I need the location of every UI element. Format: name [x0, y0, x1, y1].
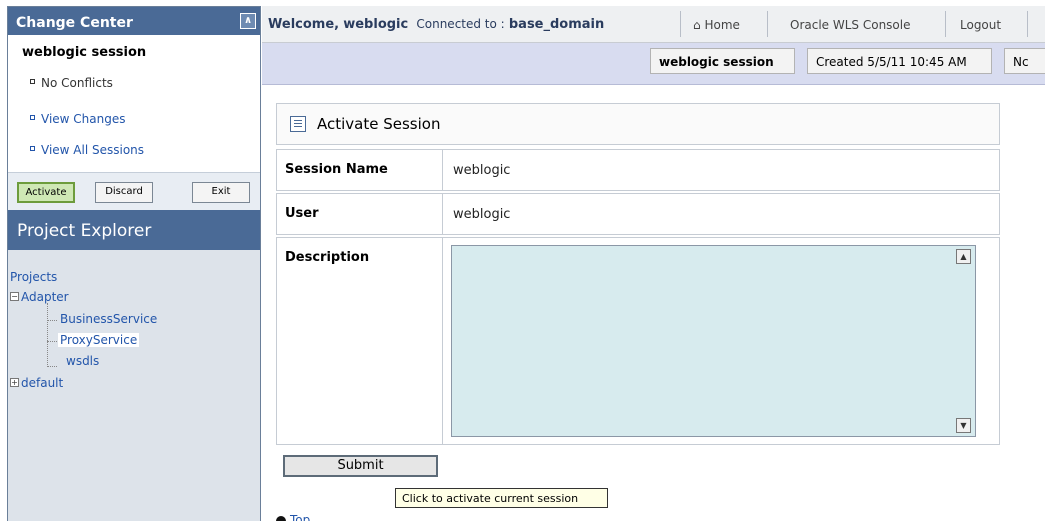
expand-tree-icon[interactable]: +: [10, 378, 19, 387]
form-icon: [290, 116, 306, 132]
collapse-tree-icon[interactable]: −: [10, 292, 19, 301]
session-name-label: Session Name: [277, 150, 443, 190]
tree-item-businessservice[interactable]: BusinessService: [60, 312, 157, 326]
activate-session-panel-title: Activate Session: [276, 103, 1000, 145]
session-name-value: weblogic: [453, 163, 511, 178]
view-changes-link[interactable]: View Changes: [30, 112, 126, 126]
bullet-icon: [30, 115, 35, 120]
user-value: weblogic: [453, 207, 511, 222]
top-link[interactable]: Top: [276, 513, 310, 521]
change-center-header: Change Center ∧: [8, 7, 260, 35]
change-center-session-name: weblogic session: [22, 45, 147, 60]
change-center-panel: weblogic session No Conflicts View Chang…: [8, 35, 260, 210]
session-name-row: Session Name weblogic: [276, 149, 1000, 191]
home-icon: ⌂: [693, 18, 701, 32]
separator: [1027, 11, 1028, 37]
home-link[interactable]: ⌂ Home: [693, 18, 740, 32]
activate-button[interactable]: Activate: [17, 182, 75, 203]
exit-button[interactable]: Exit: [192, 182, 250, 203]
scroll-down-icon[interactable]: ▼: [956, 418, 971, 433]
tree-projects-root[interactable]: Projects: [10, 270, 57, 284]
welcome-text: Welcome, weblogic Connected to : base_do…: [268, 17, 605, 32]
session-created-cell: Created 5/5/11 10:45 AM: [807, 48, 992, 74]
user-row: User weblogic: [276, 193, 1000, 235]
bullet-icon: [30, 146, 35, 151]
left-sidebar: Change Center ∧ weblogic session No Conf…: [7, 6, 261, 521]
top-arrow-icon: [276, 515, 286, 521]
project-explorer-header: Project Explorer: [8, 210, 260, 250]
change-center-buttons: Activate Discard Exit: [8, 172, 260, 210]
tree-item-adapter[interactable]: − Adapter: [10, 290, 69, 304]
tree-item-wsdls[interactable]: wsdls: [66, 354, 99, 368]
description-textarea[interactable]: ▲ ▼: [451, 245, 976, 437]
discard-button[interactable]: Discard: [95, 182, 153, 203]
session-bar: weblogic session Created 5/5/11 10:45 AM…: [262, 43, 1045, 85]
separator: [945, 11, 946, 37]
session-notice-cell: Nc: [1004, 48, 1045, 74]
change-center-title: Change Center: [16, 15, 133, 31]
separator: [767, 11, 768, 37]
tree-item-default[interactable]: + default: [10, 376, 63, 390]
description-label: Description: [277, 238, 443, 444]
tree-connector: [47, 320, 57, 321]
tree-connector: [47, 303, 48, 367]
top-bar: Welcome, weblogic Connected to : base_do…: [262, 6, 1045, 43]
oracle-wls-console-link[interactable]: Oracle WLS Console: [790, 18, 910, 32]
scroll-up-icon[interactable]: ▲: [956, 249, 971, 264]
tree-connector: [47, 341, 57, 342]
separator: [680, 11, 681, 37]
collapse-icon[interactable]: ∧: [240, 13, 256, 29]
tree-connector: [47, 366, 57, 367]
tree-item-proxyservice[interactable]: ProxyService: [58, 333, 140, 347]
submit-tooltip: Click to activate current session: [395, 488, 608, 508]
session-name-cell: weblogic session: [650, 48, 795, 74]
bullet-icon: [30, 79, 35, 84]
user-label: User: [277, 194, 443, 234]
view-all-sessions-link[interactable]: View All Sessions: [30, 143, 144, 157]
submit-button[interactable]: Submit: [283, 455, 438, 477]
logout-link[interactable]: Logout: [960, 18, 1001, 32]
no-conflicts-status: No Conflicts: [30, 76, 113, 90]
